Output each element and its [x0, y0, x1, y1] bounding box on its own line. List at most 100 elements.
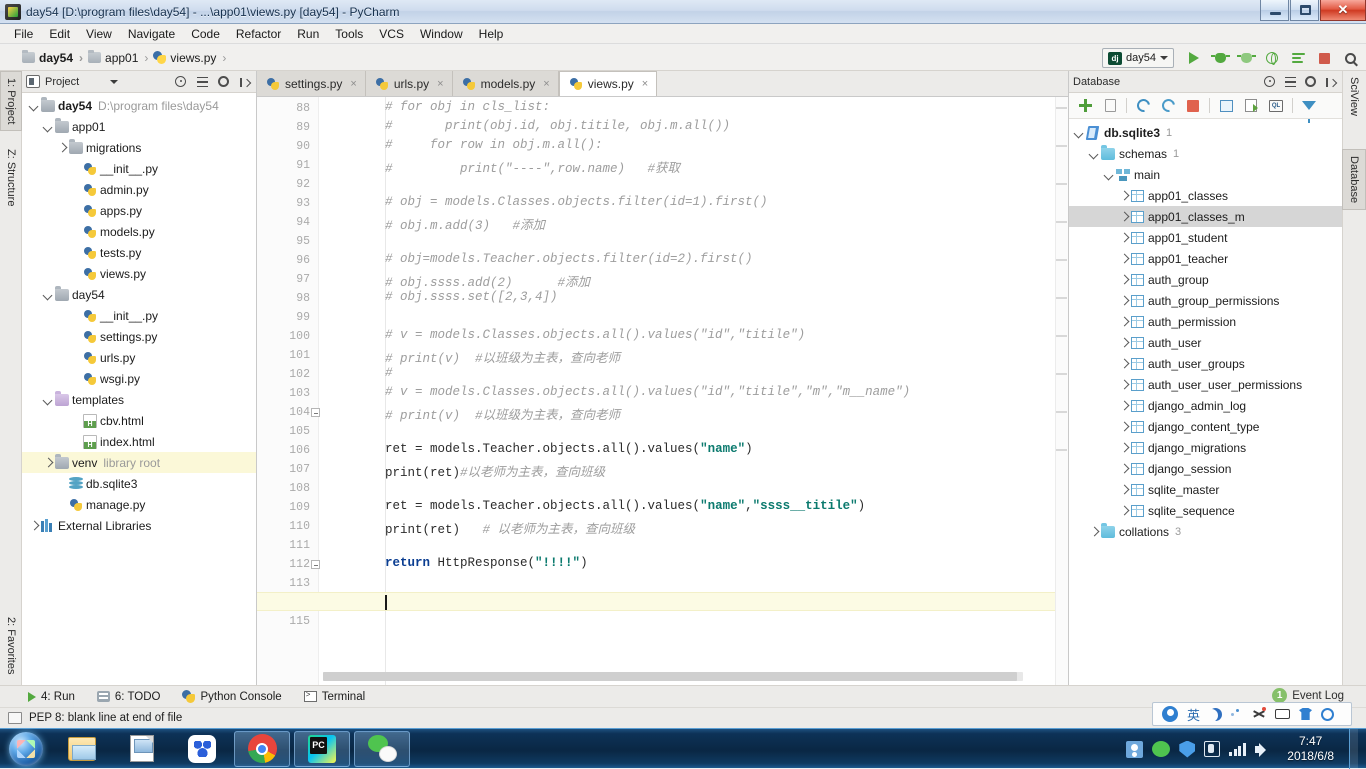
settings-gear-icon[interactable]: [1321, 707, 1335, 721]
project-tree-item[interactable]: External Libraries: [22, 515, 256, 536]
chevron-down-icon[interactable]: [1103, 168, 1116, 181]
taskbar-pycharm[interactable]: [294, 730, 350, 767]
project-tree-item[interactable]: app01: [22, 116, 256, 137]
db-hide-panel-button[interactable]: [1322, 74, 1338, 90]
sync-schema-button[interactable]: [1157, 96, 1179, 116]
database-tree-item[interactable]: auth_user_user_permissions: [1069, 374, 1342, 395]
close-button[interactable]: ✕: [1320, 0, 1366, 21]
start-button[interactable]: [2, 730, 50, 768]
database-tree-item[interactable]: app01_classes_m: [1069, 206, 1342, 227]
open-table-button[interactable]: [1215, 96, 1237, 116]
refresh-button[interactable]: [1132, 96, 1154, 116]
hide-panel-button[interactable]: [236, 74, 252, 90]
bottom-tab-terminal[interactable]: Terminal: [303, 690, 365, 703]
bottom-tab-6--todo[interactable]: 6: TODO: [96, 691, 160, 703]
project-tree-item[interactable]: migrations: [22, 137, 256, 158]
chevron-right-icon[interactable]: [1118, 483, 1131, 496]
chevron-down-icon[interactable]: [42, 393, 55, 406]
horizontal-scrollbar[interactable]: [323, 672, 1023, 681]
chevron-down-icon[interactable]: [1073, 126, 1086, 139]
database-tree-item[interactable]: db.sqlite3 1: [1069, 122, 1342, 143]
chevron-right-icon[interactable]: [1088, 525, 1101, 538]
project-tree-item[interactable]: urls.py: [22, 347, 256, 368]
taskbar-baidu-netdisk[interactable]: [174, 731, 230, 767]
project-tree-item[interactable]: apps.py: [22, 200, 256, 221]
marker-stripe[interactable]: [1055, 97, 1068, 685]
keyboard-icon[interactable]: [1275, 709, 1291, 719]
sidebar-tab-sciview[interactable]: SciView: [1342, 71, 1366, 122]
menu-item-window[interactable]: Window: [412, 25, 471, 43]
editor-tab-urls-py[interactable]: urls.py ×: [365, 71, 453, 96]
chevron-right-icon[interactable]: [1118, 399, 1131, 412]
chevron-right-icon[interactable]: [56, 141, 69, 154]
search-everywhere-button[interactable]: [1338, 47, 1362, 69]
database-tree-item[interactable]: collations 3: [1069, 521, 1342, 542]
security-shield-icon[interactable]: [1179, 740, 1196, 758]
chevron-down-icon[interactable]: [28, 99, 41, 112]
database-tree-item[interactable]: schemas 1: [1069, 143, 1342, 164]
dots-icon[interactable]: [1231, 708, 1243, 720]
taskbar-clock[interactable]: 7:47 2018/6/8: [1281, 734, 1340, 764]
chevron-right-icon[interactable]: [1118, 252, 1131, 265]
locate-file-button[interactable]: [173, 74, 189, 90]
menu-item-help[interactable]: Help: [471, 25, 512, 43]
ime-toolbar[interactable]: 英: [1152, 702, 1352, 726]
debug-button[interactable]: [1208, 47, 1232, 69]
breadcrumb-item-app01[interactable]: app01 ›: [88, 50, 153, 65]
wechat-tray-icon[interactable]: [1152, 741, 1171, 757]
project-tree-item[interactable]: day54: [22, 284, 256, 305]
project-tree-item[interactable]: venv library root: [22, 452, 256, 473]
chevron-right-icon[interactable]: [1118, 420, 1131, 433]
chevron-right-icon[interactable]: [1118, 210, 1131, 223]
sidebar-tab-project[interactable]: 1: Project: [0, 71, 22, 132]
breadcrumb-item-day54[interactable]: day54 ›: [22, 50, 88, 65]
db-locate-button[interactable]: [1262, 74, 1278, 90]
chevron-right-icon[interactable]: [1118, 504, 1131, 517]
chevron-right-icon[interactable]: [1118, 231, 1131, 244]
close-tab-icon[interactable]: ×: [543, 78, 549, 90]
project-tree-item[interactable]: admin.py: [22, 179, 256, 200]
menu-item-code[interactable]: Code: [183, 25, 228, 43]
chevron-down-icon[interactable]: [42, 120, 55, 133]
database-tree-item[interactable]: sqlite_sequence: [1069, 500, 1342, 521]
user-icon[interactable]: [1126, 740, 1144, 758]
close-tab-icon[interactable]: ×: [350, 78, 356, 90]
project-settings-button[interactable]: [215, 74, 231, 90]
editor-tab-views-py[interactable]: views.py ×: [558, 71, 658, 96]
taskbar-explorer[interactable]: [54, 731, 110, 767]
skin-icon[interactable]: [1299, 708, 1313, 720]
menu-item-file[interactable]: File: [6, 25, 41, 43]
chevron-right-icon[interactable]: [1118, 315, 1131, 328]
database-tree-item[interactable]: django_session: [1069, 458, 1342, 479]
project-tree-item[interactable]: db.sqlite3: [22, 473, 256, 494]
menu-item-refactor[interactable]: Refactor: [228, 25, 289, 43]
chevron-right-icon[interactable]: [1118, 189, 1131, 202]
database-tree-item[interactable]: app01_student: [1069, 227, 1342, 248]
sidebar-tab-database[interactable]: Database: [1342, 149, 1366, 211]
database-tree-item[interactable]: auth_permission: [1069, 311, 1342, 332]
close-tab-icon[interactable]: ×: [642, 78, 648, 90]
sidebar-tab-structure[interactable]: Z: Structure: [0, 143, 22, 212]
database-tree-item[interactable]: sqlite_master: [1069, 479, 1342, 500]
db-settings-button[interactable]: [1302, 74, 1318, 90]
add-datasource-button[interactable]: [1074, 96, 1096, 116]
bottom-tab-4--run[interactable]: 4: Run: [28, 691, 75, 703]
chinese-mode-icon[interactable]: 英: [1187, 705, 1200, 724]
scissors-icon[interactable]: [1252, 707, 1267, 721]
menu-item-tools[interactable]: Tools: [327, 25, 371, 43]
project-tree-item[interactable]: cbv.html: [22, 410, 256, 431]
database-tree-item[interactable]: django_content_type: [1069, 416, 1342, 437]
project-tree-item[interactable]: __init__.py: [22, 305, 256, 326]
database-tree-item[interactable]: auth_group: [1069, 269, 1342, 290]
menu-item-run[interactable]: Run: [289, 25, 327, 43]
database-tree-item[interactable]: app01_teacher: [1069, 248, 1342, 269]
duplicate-button[interactable]: [1099, 96, 1121, 116]
chevron-right-icon[interactable]: [1118, 378, 1131, 391]
attach-button[interactable]: [1286, 47, 1310, 69]
database-tree-item[interactable]: auth_group_permissions: [1069, 290, 1342, 311]
menu-item-edit[interactable]: Edit: [41, 25, 78, 43]
taskbar-chrome[interactable]: [234, 730, 290, 767]
run-configuration-selector[interactable]: dj day54: [1102, 48, 1174, 68]
show-desktop-button[interactable]: [1349, 729, 1358, 769]
project-tree-item[interactable]: tests.py: [22, 242, 256, 263]
